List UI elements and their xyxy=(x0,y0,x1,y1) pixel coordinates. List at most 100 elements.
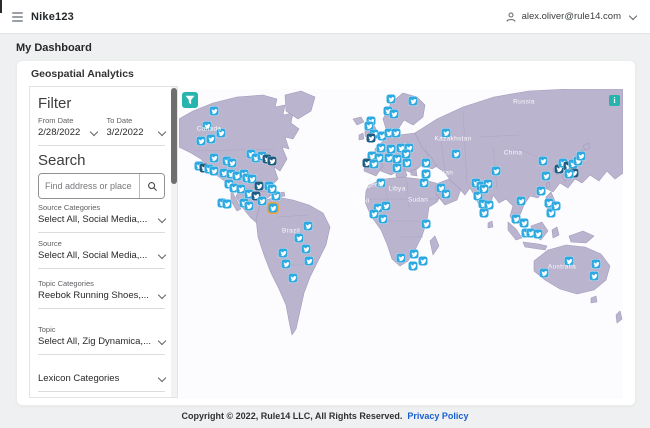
tweet-marker-icon[interactable] xyxy=(301,244,311,254)
tweet-marker-icon[interactable] xyxy=(533,229,543,239)
tweet-marker-icon[interactable] xyxy=(519,218,529,228)
tweet-marker-icon[interactable] xyxy=(202,121,212,131)
tweet-marker-icon[interactable] xyxy=(244,201,254,211)
tweet-marker-icon[interactable] xyxy=(369,159,379,169)
map-info-button[interactable]: i xyxy=(609,95,620,106)
filter-heading: Filter xyxy=(38,95,72,112)
tweet-marker-icon[interactable] xyxy=(391,128,401,138)
tweet-marker-icon[interactable] xyxy=(421,158,431,168)
search-button[interactable] xyxy=(139,174,164,198)
tweet-marker-icon[interactable] xyxy=(257,196,267,206)
geospatial-map[interactable]: Canada Russia Kazakhstan China Iran Algeria Li… xyxy=(179,89,623,399)
map-filter-button[interactable] xyxy=(182,92,198,108)
tweet-marker-icon[interactable] xyxy=(402,158,412,168)
source-categories-select[interactable]: Select All, Social Media,... xyxy=(38,214,167,225)
tweet-marker-icon[interactable] xyxy=(381,201,391,211)
topic-label: Topic xyxy=(38,325,56,334)
tweet-marker-icon[interactable] xyxy=(564,256,574,266)
tweet-marker-icon[interactable] xyxy=(516,196,526,206)
tweet-marker-icon[interactable] xyxy=(491,166,501,176)
tweet-marker-icon[interactable] xyxy=(386,144,396,154)
user-menu[interactable]: alex.oliver@rule14.com xyxy=(505,11,638,23)
tweet-marker-icon[interactable] xyxy=(196,136,206,146)
source-label: Source xyxy=(38,239,62,248)
tweet-marker-icon[interactable] xyxy=(369,209,379,219)
tweet-marker-icon[interactable] xyxy=(591,259,601,269)
tweet-marker-icon[interactable] xyxy=(419,178,429,188)
lexicon-categories-select[interactable]: Lexicon Categories xyxy=(38,373,167,384)
tweet-marker-icon[interactable] xyxy=(389,109,399,119)
divider xyxy=(38,145,165,146)
world-map-svg xyxy=(179,89,623,399)
tweet-marker-icon[interactable] xyxy=(267,184,277,194)
tweet-marker-icon[interactable] xyxy=(408,261,418,271)
tweet-marker-icon[interactable] xyxy=(539,268,549,278)
tweet-marker-icon[interactable] xyxy=(421,169,431,179)
tweet-marker-icon[interactable] xyxy=(222,199,232,209)
divider xyxy=(38,232,165,233)
from-date-select[interactable]: 2/28/2022 xyxy=(38,127,98,138)
source-select[interactable]: Select All, Social Media,... xyxy=(38,250,167,261)
tweet-marker-icon[interactable] xyxy=(216,128,226,138)
tweet-marker-icon[interactable] xyxy=(479,208,489,218)
tweet-marker-icon[interactable] xyxy=(401,149,411,159)
tweet-marker-icon[interactable] xyxy=(366,133,376,143)
chevron-down-icon xyxy=(157,373,167,382)
window-accent xyxy=(0,0,2,13)
tweet-marker-icon[interactable] xyxy=(551,201,561,211)
tweet-marker-icon[interactable] xyxy=(541,171,551,181)
tweet-marker-icon[interactable] xyxy=(418,256,428,266)
tweet-marker-icon[interactable] xyxy=(386,94,396,104)
topic-categories-label: Topic Categories xyxy=(38,279,94,288)
tweet-marker-icon[interactable] xyxy=(209,153,219,163)
tweet-marker-icon[interactable] xyxy=(392,163,402,173)
tweet-marker-icon[interactable] xyxy=(564,169,574,179)
tweet-marker-icon[interactable] xyxy=(378,214,388,224)
tweet-marker-icon[interactable] xyxy=(409,249,419,259)
filter-scrollbar-track[interactable] xyxy=(171,87,177,397)
tweet-marker-icon[interactable] xyxy=(421,219,431,229)
tweet-marker-icon[interactable] xyxy=(538,156,548,166)
topic-select[interactable]: Select All, Zig Dynamica,... xyxy=(38,336,167,347)
privacy-policy-link[interactable]: Privacy Policy xyxy=(407,411,468,421)
tweet-marker-icon[interactable] xyxy=(278,248,288,258)
tweet-marker-icon[interactable] xyxy=(209,166,219,176)
tweet-marker-icon[interactable] xyxy=(206,134,216,144)
chevron-down-icon xyxy=(157,250,167,259)
tweet-marker-icon[interactable] xyxy=(396,253,406,263)
tweet-marker-icon[interactable] xyxy=(536,186,546,196)
divider xyxy=(38,354,165,355)
tweet-marker-icon[interactable] xyxy=(209,106,219,116)
hamburger-menu-icon[interactable] xyxy=(12,11,23,22)
tweet-marker-icon[interactable] xyxy=(304,256,314,266)
tweet-marker-icon[interactable] xyxy=(294,233,304,243)
divider xyxy=(38,391,165,392)
to-date-select[interactable]: 3/2/2022 xyxy=(107,127,167,138)
tweet-marker-icon[interactable] xyxy=(392,154,402,164)
chevron-down-icon xyxy=(157,336,167,345)
search-input[interactable] xyxy=(39,174,139,198)
chevron-down-icon xyxy=(157,214,167,223)
tweet-marker-icon[interactable] xyxy=(376,143,386,153)
tweet-marker-icon[interactable] xyxy=(441,189,451,199)
filter-scrollbar-thumb[interactable] xyxy=(171,88,177,184)
tweet-marker-icon[interactable] xyxy=(227,158,237,168)
tweet-marker-icon[interactable] xyxy=(441,128,451,138)
tweet-marker-icon[interactable] xyxy=(376,178,386,188)
brand-title: Nike123 xyxy=(31,10,74,23)
tweet-marker-icon[interactable] xyxy=(281,259,291,269)
tweet-marker-icon[interactable] xyxy=(589,271,599,281)
tweet-marker-icon[interactable] xyxy=(254,181,264,191)
search-box xyxy=(38,173,165,199)
tweet-marker-icon[interactable] xyxy=(288,273,298,283)
tweet-marker-icon[interactable] xyxy=(451,149,461,159)
copyright-text: Copyright © 2022, Rule14 LLC, All Rights… xyxy=(181,411,403,421)
topic-categories-select[interactable]: Reebok Running Shoes,... xyxy=(38,290,167,301)
divider xyxy=(38,308,165,309)
tweet-marker-icon[interactable] xyxy=(267,156,277,166)
tweet-marker-icon[interactable] xyxy=(303,221,313,231)
tweet-marker-icon[interactable] xyxy=(576,151,586,161)
tweet-marker-icon[interactable] xyxy=(479,184,489,194)
tweet-marker-icon[interactable] xyxy=(268,203,278,213)
tweet-marker-icon[interactable] xyxy=(408,96,418,106)
